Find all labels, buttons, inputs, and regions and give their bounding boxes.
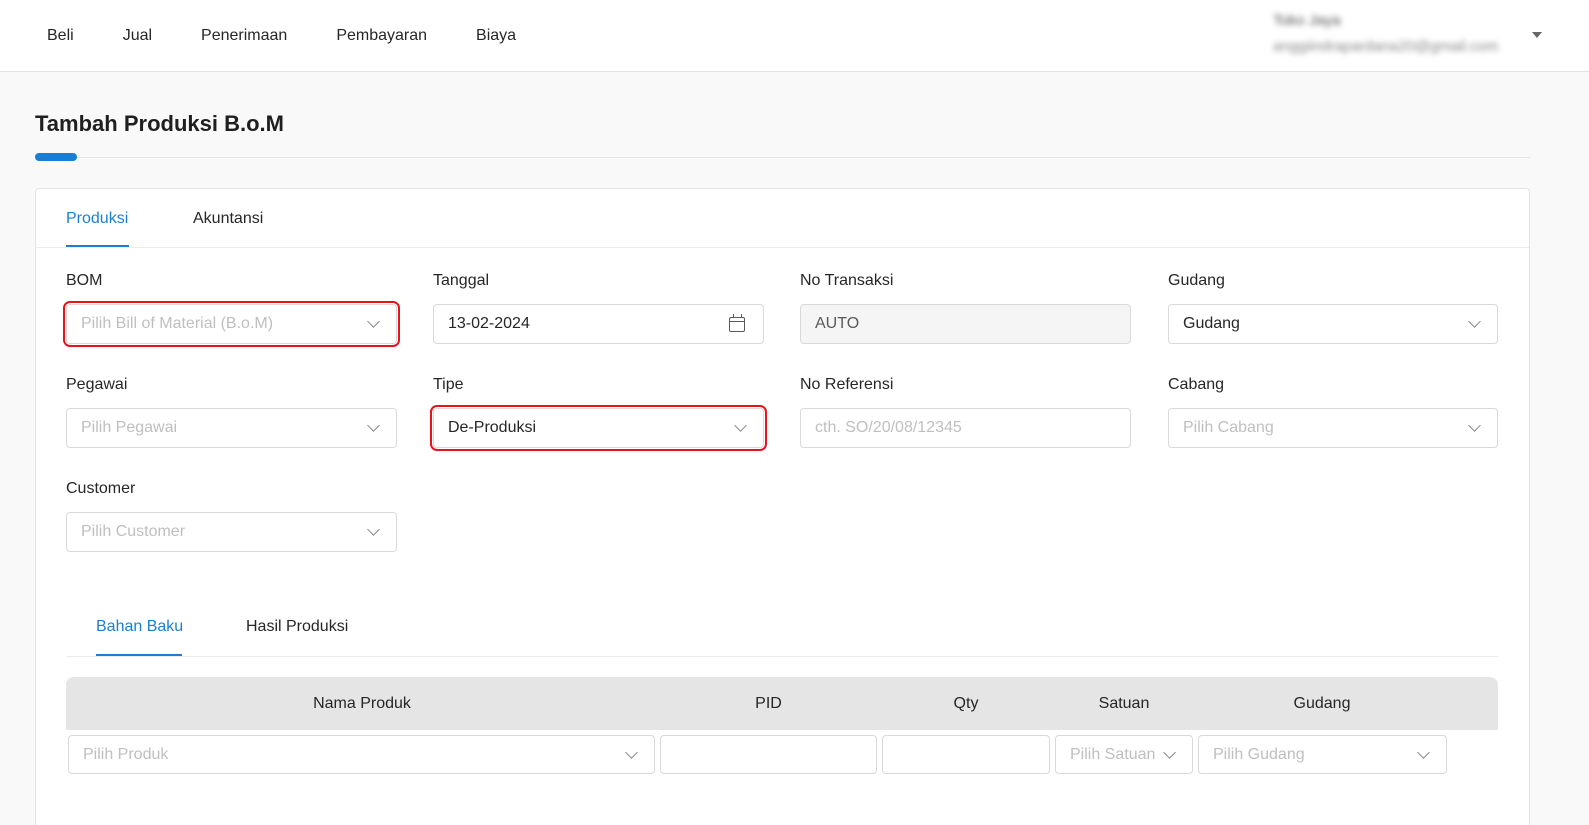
pegawai-placeholder: Pilih Pegawai (81, 419, 178, 436)
satuan-select[interactable]: Pilih Satuan (1055, 735, 1193, 774)
nav-item-penerimaan[interactable]: Penerimaan (201, 26, 287, 46)
bom-select[interactable]: Pilih Bill of Material (B.o.M) (63, 301, 400, 347)
no-transaksi-input: AUTO (800, 304, 1131, 344)
table-header: Nama Produk PID Qty Satuan Gudang (66, 677, 1498, 730)
chevron-down-icon (1163, 745, 1176, 759)
chevron-down-icon (367, 315, 380, 328)
nav-item-pembayaran[interactable]: Pembayaran (336, 26, 427, 46)
chevron-down-icon (1468, 419, 1481, 432)
user-email: anggiindrapardana20@gmail.com (1273, 38, 1499, 55)
col-gudang: Gudang (1293, 695, 1351, 712)
nav-item-beli[interactable]: Beli (47, 26, 74, 46)
no-referensi-placeholder: cth. SO/20/08/12345 (815, 419, 962, 436)
no-transaksi-label: No Transaksi (800, 272, 894, 289)
main-tabs: Produksi Akuntansi (36, 189, 1529, 248)
title-divider (35, 157, 1530, 158)
cabang-placeholder: Pilih Cabang (1183, 419, 1274, 436)
pegawai-select[interactable]: Pilih Pegawai (66, 408, 397, 448)
col-pid: PID (755, 695, 782, 712)
gudang-value: Gudang (1183, 315, 1240, 332)
satuan-placeholder: Pilih Satuan (1070, 745, 1156, 763)
subtabs-divider (66, 656, 1498, 657)
tanggal-label: Tanggal (433, 272, 490, 289)
tipe-label: Tipe (433, 376, 464, 393)
user-menu[interactable]: Toko Jaya anggiindrapardana20@gmail.com (1273, 12, 1498, 56)
top-navbar: Beli Jual Penerimaan Pembayaran Biaya To… (0, 0, 1589, 72)
bom-label: BOM (66, 272, 103, 289)
cabang-label: Cabang (1168, 376, 1225, 393)
customer-select[interactable]: Pilih Customer (66, 512, 397, 552)
tab-active-indicator (66, 245, 129, 247)
no-referensi-label: No Referensi (800, 376, 894, 393)
no-transaksi-value: AUTO (815, 315, 860, 332)
chevron-down-icon (367, 419, 380, 432)
col-qty: Qty (953, 695, 979, 712)
chevron-down-icon (1468, 315, 1481, 328)
no-referensi-input[interactable]: cth. SO/20/08/12345 (800, 408, 1131, 448)
tanggal-value: 13-02-2024 (448, 315, 530, 332)
customer-label: Customer (66, 480, 136, 497)
nav-item-jual[interactable]: Jual (123, 26, 152, 46)
chevron-down-icon (1417, 745, 1430, 759)
chevron-down-icon (367, 523, 380, 536)
row-gudang-placeholder: Pilih Gudang (1213, 745, 1305, 763)
chevron-down-icon (625, 745, 638, 759)
tanggal-date-picker[interactable]: 13-02-2024 (433, 304, 764, 344)
gudang-label: Gudang (1168, 272, 1225, 289)
pegawai-label: Pegawai (66, 376, 128, 393)
produk-select[interactable]: Pilih Produk (68, 735, 655, 774)
tab-hasil-produksi[interactable]: Hasil Produksi (246, 617, 348, 637)
main-nav: Beli Jual Penerimaan Pembayaran Biaya (47, 26, 565, 46)
row-gudang-select[interactable]: Pilih Gudang (1198, 735, 1447, 774)
gudang-select[interactable]: Gudang (1168, 304, 1498, 344)
col-nama-produk: Nama Produk (313, 695, 411, 712)
tipe-select[interactable]: De-Produksi (430, 405, 767, 451)
title-accent-bar (35, 153, 77, 161)
produk-placeholder: Pilih Produk (83, 745, 169, 763)
col-satuan: Satuan (1098, 695, 1150, 712)
tipe-value: De-Produksi (448, 419, 537, 436)
calendar-icon (729, 313, 745, 332)
tab-akuntansi[interactable]: Akuntansi (193, 209, 263, 229)
caret-down-icon[interactable] (1532, 32, 1542, 38)
user-name: Toko Jaya (1273, 12, 1341, 29)
tab-bahan-baku[interactable]: Bahan Baku (96, 617, 183, 637)
nav-item-biaya[interactable]: Biaya (476, 26, 516, 46)
cabang-select[interactable]: Pilih Cabang (1168, 408, 1498, 448)
qty-input[interactable] (882, 735, 1050, 774)
chevron-down-icon (734, 419, 747, 432)
page-title: Tambah Produksi B.o.M (35, 111, 284, 136)
pid-input[interactable] (660, 735, 877, 774)
bom-placeholder: Pilih Bill of Material (B.o.M) (81, 315, 274, 332)
customer-placeholder: Pilih Customer (81, 523, 186, 540)
tab-produksi[interactable]: Produksi (66, 209, 128, 229)
